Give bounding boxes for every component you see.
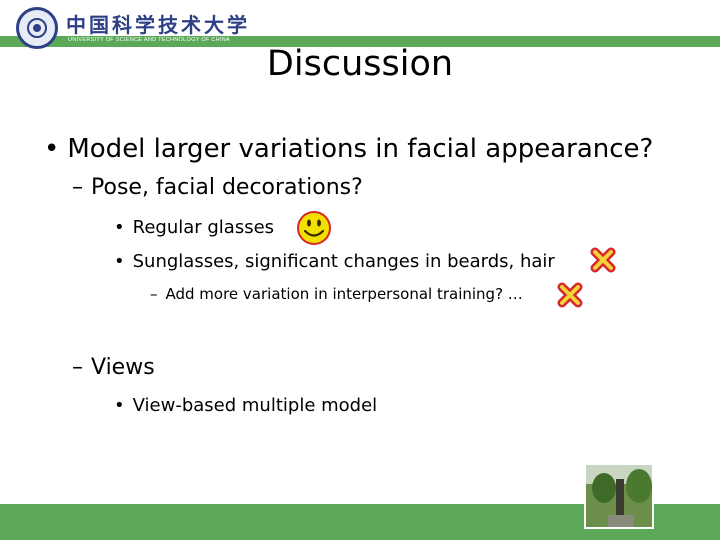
- bullet-marker: •: [114, 395, 125, 416]
- bullet-text: Add more variation in interpersonal trai…: [165, 285, 523, 303]
- statue-photo: [584, 463, 654, 529]
- bullet-level3-view-based: • View-based multiple model: [114, 395, 377, 416]
- bullet-marker: •: [114, 251, 125, 272]
- bullet-level4-interpersonal-training: – Add more variation in interpersonal tra…: [150, 285, 523, 303]
- bullet-level3-regular-glasses: • Regular glasses: [114, 217, 274, 238]
- bullet-marker: •: [114, 217, 125, 238]
- photo-tree: [626, 469, 652, 503]
- bullet-level1-model-variations: • Model larger variations in facial appea…: [44, 134, 653, 164]
- bullet-marker: –: [72, 175, 83, 200]
- smiley-icon: [297, 211, 331, 245]
- bullet-marker: •: [44, 134, 60, 164]
- cross-icon: [557, 282, 583, 308]
- photo-statue: [616, 479, 624, 519]
- seal-inner-ring: [27, 18, 47, 38]
- university-seal-logo: [16, 7, 58, 49]
- bullet-level3-sunglasses: • Sunglasses, significant changes in bear…: [114, 251, 555, 272]
- university-name-chinese: 中国科学技术大学: [66, 13, 250, 37]
- bullet-text: Regular glasses: [132, 217, 275, 238]
- bullet-level2-views: – Views: [72, 355, 155, 380]
- bullet-text: Sunglasses, significant changes in beard…: [132, 251, 555, 272]
- slide-title: Discussion: [266, 44, 454, 84]
- photo-statue-base: [608, 515, 634, 527]
- bullet-text: Views: [91, 355, 155, 380]
- photo-tree: [592, 473, 616, 503]
- bullet-level2-pose: – Pose, facial decorations?: [72, 175, 363, 200]
- bullet-text: Model larger variations in facial appear…: [67, 134, 654, 164]
- bullet-text: View-based multiple model: [132, 395, 378, 416]
- bullet-marker: –: [72, 355, 83, 380]
- bullet-marker: –: [150, 285, 158, 303]
- slide-header: 中国科学技术大学 UNIVERSITY OF SCIENCE AND TECHN…: [0, 0, 720, 49]
- bullet-text: Pose, facial decorations?: [91, 175, 363, 200]
- university-name-english: UNIVERSITY OF SCIENCE AND TECHNOLOGY OF …: [68, 37, 231, 43]
- cross-icon: [590, 247, 616, 273]
